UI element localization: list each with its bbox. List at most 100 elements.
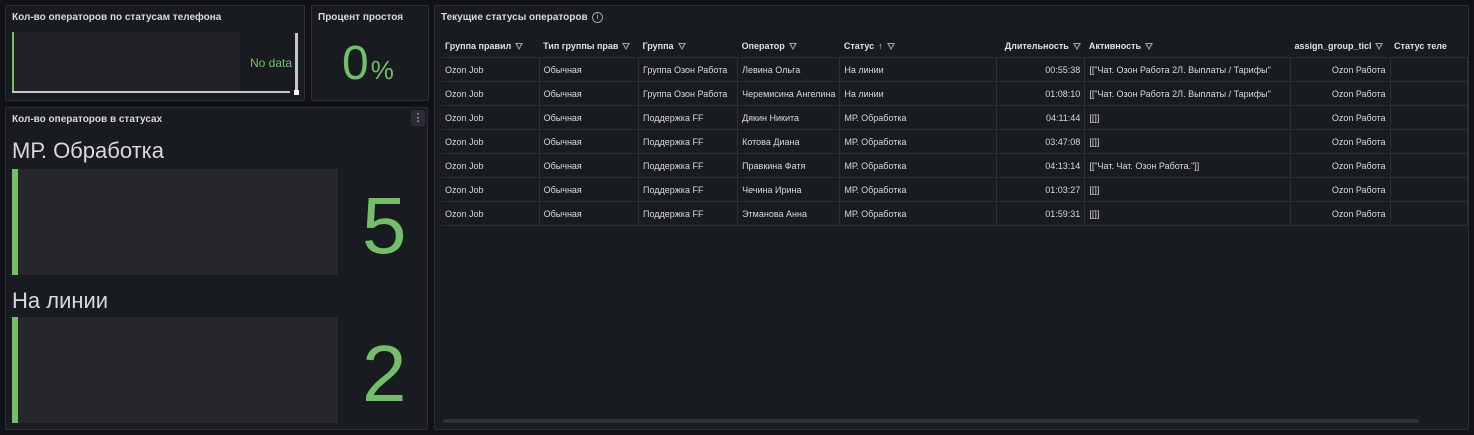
table-cell: Обычная [539,177,640,202]
table-cell: 04:13:14 [996,153,1086,178]
table-cell: Ozon Работа [1290,105,1391,130]
column-header[interactable]: Тип группы прав [539,34,639,58]
column-header-label: assign_group_ticl [1294,40,1372,51]
table-cell: Обычная [539,129,640,154]
idle-percent-title: Процент простоя [318,12,404,23]
table-cell: Ozon Работа [1290,57,1391,82]
table-cell: Обычная [539,81,640,106]
column-header-label: Активность [1088,40,1142,51]
operator-status-table-panel: Текущие статусы операторов i Группа прав… [434,5,1469,430]
phone-status-title: Кол-во операторов по статусам телефона [12,12,222,23]
column-header-label: Группа правил [445,40,512,51]
table-cell: МР. Обработка [839,153,997,178]
column-header[interactable]: assign_group_ticl [1290,34,1391,58]
bar-gauge-accent [12,32,14,91]
table-cell: 03:47:08 [996,129,1086,154]
filter-icon[interactable] [1375,42,1384,50]
column-header[interactable]: Статус ↑ [839,34,997,58]
column-header[interactable]: Активность [1084,34,1291,58]
stat-label: МР. Обработка [12,138,165,163]
column-header[interactable]: Статус теле [1390,34,1468,58]
table-cell: Чечина Ирина [737,177,841,202]
table-cell [1390,81,1468,106]
table-cell: Ozon Job [441,201,540,226]
table-cell: Левина Ольга [737,57,841,82]
column-header-label: Статус теле [1394,40,1447,51]
table-row[interactable]: Ozon Job Обычная Группа Озон Работа Левина … [441,57,1468,82]
table-row[interactable]: Ozon Job Обычная Поддержка FF Этманова Анна… [441,201,1468,226]
table-cell: Поддержка FF [638,201,739,226]
table-row[interactable]: Ozon Job Обычная Поддержка FF Чечина Ирина М… [441,177,1468,202]
table-panel-title: Текущие статусы операторов [441,12,588,23]
table-cell: Группа Озон Работа [638,81,739,106]
idle-percent-panel: Процент простоя 0% [311,5,429,101]
table-cell: Поддержка FF [638,153,739,178]
table-cell: [[]] [1084,129,1291,154]
idle-percent-value: 0 [342,37,369,90]
operators-by-status-panel: Кол-во операторов в статусах ⋮ МР. Обраб… [5,107,428,430]
filter-icon[interactable] [1072,42,1081,50]
no-data-label: No data [250,56,293,70]
horizontal-scrollbar[interactable] [12,91,290,93]
table-cell: МР. Обработка [839,177,997,202]
table-cell: МР. Обработка [839,201,997,226]
table-cell: Этманова Анна [737,201,841,226]
horizontal-scrollbar[interactable] [443,419,1419,423]
column-header-label: Группа [642,40,674,51]
table-cell: Поддержка FF [638,177,739,202]
stat-bar-background [12,317,338,423]
table-cell: 01:59:31 [996,201,1086,226]
vertical-scrollbar[interactable] [295,33,298,91]
stat-bar-accent [12,169,18,275]
filter-icon[interactable] [622,42,631,50]
table-cell: Дякин Никита [737,105,841,130]
table-cell: [["Чат. Озон Работа 2Л. Выплаты / Тарифы… [1084,81,1291,106]
table-cell [1390,105,1468,130]
table-cell: Ozon Job [441,129,540,154]
table-cell: 01:03:27 [996,177,1086,202]
column-header[interactable]: Оператор [737,34,840,58]
stat-value: 5 [362,181,407,270]
filter-icon[interactable] [515,42,524,50]
table-cell: 00:55:38 [996,57,1086,82]
info-icon[interactable]: i [592,12,603,23]
filter-icon[interactable] [1145,42,1154,50]
filter-icon[interactable] [886,42,895,50]
table-cell: Ozon Job [441,81,540,106]
stat-bar-accent [12,317,18,423]
column-header[interactable]: Длительность [996,34,1085,58]
column-header-label: Оператор [741,40,785,51]
filter-icon[interactable] [788,42,797,50]
table-cell: [[]] [1084,105,1291,130]
bar-gauge-area [12,32,240,91]
table-row[interactable]: Ozon Job Обычная Группа Озон Работа Черемис… [441,81,1468,106]
table-row[interactable]: Ozon Job Обычная Поддержка FF Дякин Никита М… [441,105,1468,130]
table-cell [1390,153,1468,178]
table-row[interactable]: Ozon Job Обычная Поддержка FF Правкина Фатя… [441,153,1468,178]
table-cell: Обычная [539,201,640,226]
filter-icon[interactable] [677,42,686,50]
table-cell: Котова Диана [737,129,841,154]
table-cell: Обычная [539,153,640,178]
table-cell [1390,201,1468,226]
table-cell: На линии [839,57,997,82]
table-cell: Ozon Работа [1290,81,1391,106]
table-header-row: Группа правил Тип группы прав Группа Операт… [441,34,1468,58]
stat-bar-background [12,169,338,275]
table-cell: На линии [839,81,997,106]
table-cell [1390,129,1468,154]
table-cell: Ozon Job [441,105,540,130]
table-cell: МР. Обработка [839,129,997,154]
idle-percent-stat: 0% [342,36,394,91]
table-cell: Ozon Работа [1290,153,1391,178]
table-cell: Ozon Job [441,177,540,202]
table-cell [1390,177,1468,202]
column-header[interactable]: Группа [638,34,738,58]
table-cell: 01:08:10 [996,81,1086,106]
table-cell: Ozon Job [441,57,540,82]
column-header[interactable]: Группа правил [441,34,540,58]
more-vertical-icon[interactable]: ⋮ [411,110,425,126]
sort-ascending-icon[interactable]: ↑ [878,41,883,51]
table-cell: Ozon Работа [1290,177,1391,202]
table-row[interactable]: Ozon Job Обычная Поддержка FF Котова Диана М… [441,129,1468,154]
